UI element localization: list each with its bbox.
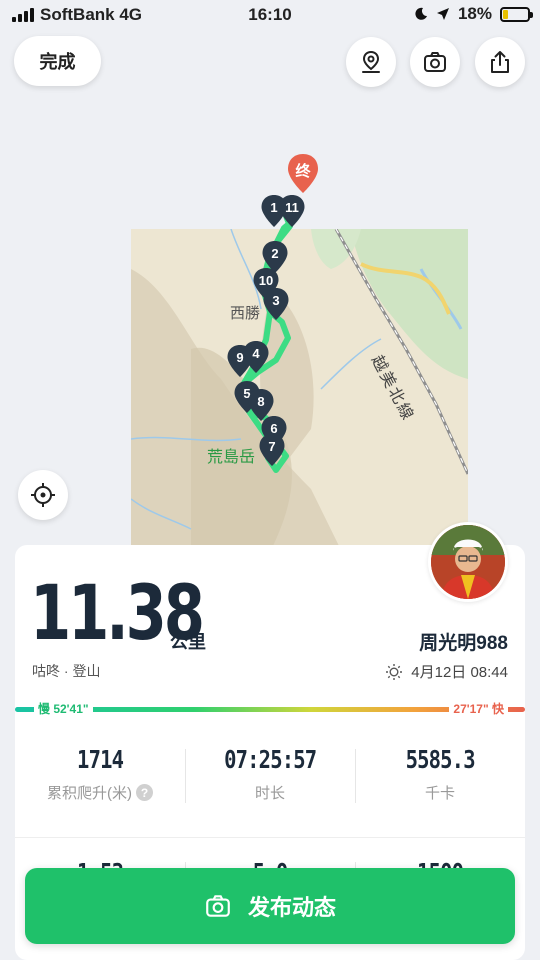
status-right: 18% <box>414 4 533 24</box>
camera-icon <box>424 52 446 72</box>
activity-datetime: 4月12日 08:44 <box>385 661 508 682</box>
publish-label: 发布动态 <box>247 895 336 920</box>
finish-marker[interactable]: 终 <box>286 153 320 195</box>
pace-slow-label: 慢 52'41" <box>34 700 93 717</box>
distance-unit: 公里 <box>170 632 206 652</box>
map-pin-button[interactable] <box>346 37 396 87</box>
km-marker-9[interactable]: 9 <box>226 344 254 378</box>
sun-icon <box>386 663 403 680</box>
share-icon <box>491 51 509 73</box>
moon-icon <box>415 7 427 20</box>
km-marker-label: 8 <box>257 394 265 409</box>
map-label-arashima: 荒島岳 <box>207 449 256 466</box>
crosshair-icon <box>31 483 55 507</box>
km-marker-label: 9 <box>236 350 244 365</box>
map-pin-icon <box>362 50 380 73</box>
km-marker-11[interactable]: 11 <box>278 194 306 228</box>
map-label-nishi: 西勝 <box>230 305 261 322</box>
stat-label: 累积爬升(米) <box>47 785 132 802</box>
km-marker-label: 11 <box>285 200 299 215</box>
km-marker-label: 2 <box>271 246 279 261</box>
stat-calories: 5585.3 千卡 <box>355 745 525 803</box>
camera-button[interactable] <box>410 37 460 87</box>
location-arrow-icon <box>436 8 449 20</box>
avatar[interactable] <box>428 522 508 602</box>
stat-value: 1714 <box>76 745 124 774</box>
battery-percent: 18% <box>457 4 492 23</box>
camera-icon <box>206 895 230 917</box>
km-marker-label: 7 <box>268 439 276 454</box>
route-map[interactable] <box>131 229 468 550</box>
stat-duration: 07:25:57 时长 <box>185 745 355 803</box>
km-marker-label: 3 <box>272 293 280 308</box>
battery-icon <box>500 6 533 22</box>
help-icon[interactable]: ? <box>136 784 153 801</box>
km-marker-label: 10 <box>258 273 274 288</box>
stat-elevation: 1714 累积爬升(米) ? <box>15 745 185 803</box>
status-bar: SoftBank 4G 16:10 18% <box>0 0 540 30</box>
finish-marker-label: 终 <box>295 163 311 180</box>
share-button[interactable] <box>475 37 525 87</box>
stat-value: 07:25:57 <box>223 745 317 774</box>
stat-label: 时长 <box>254 785 285 802</box>
stats-row: 1714 累积爬升(米) ? 07:25:57 时长 5585.3 千卡 <box>15 745 525 803</box>
publish-button[interactable]: 发布动态 <box>25 868 515 944</box>
km-marker-7[interactable]: 7 <box>258 433 286 467</box>
stat-label: 千卡 <box>424 785 455 802</box>
stat-label-group: 累积爬升(米) ? <box>15 782 185 803</box>
stat-value: 5585.3 <box>405 745 475 774</box>
recenter-button[interactable] <box>18 470 68 520</box>
stats-divider <box>15 837 525 838</box>
sport-type: 咕咚 · 登山 <box>32 663 101 679</box>
username[interactable]: 周光明988 <box>419 628 508 655</box>
pace-fast-label: 27'17" 快 <box>449 700 508 717</box>
done-button[interactable]: 完成 <box>14 36 101 86</box>
km-marker-3[interactable]: 3 <box>262 287 290 321</box>
datetime-text: 4月12日 08:44 <box>411 664 508 681</box>
